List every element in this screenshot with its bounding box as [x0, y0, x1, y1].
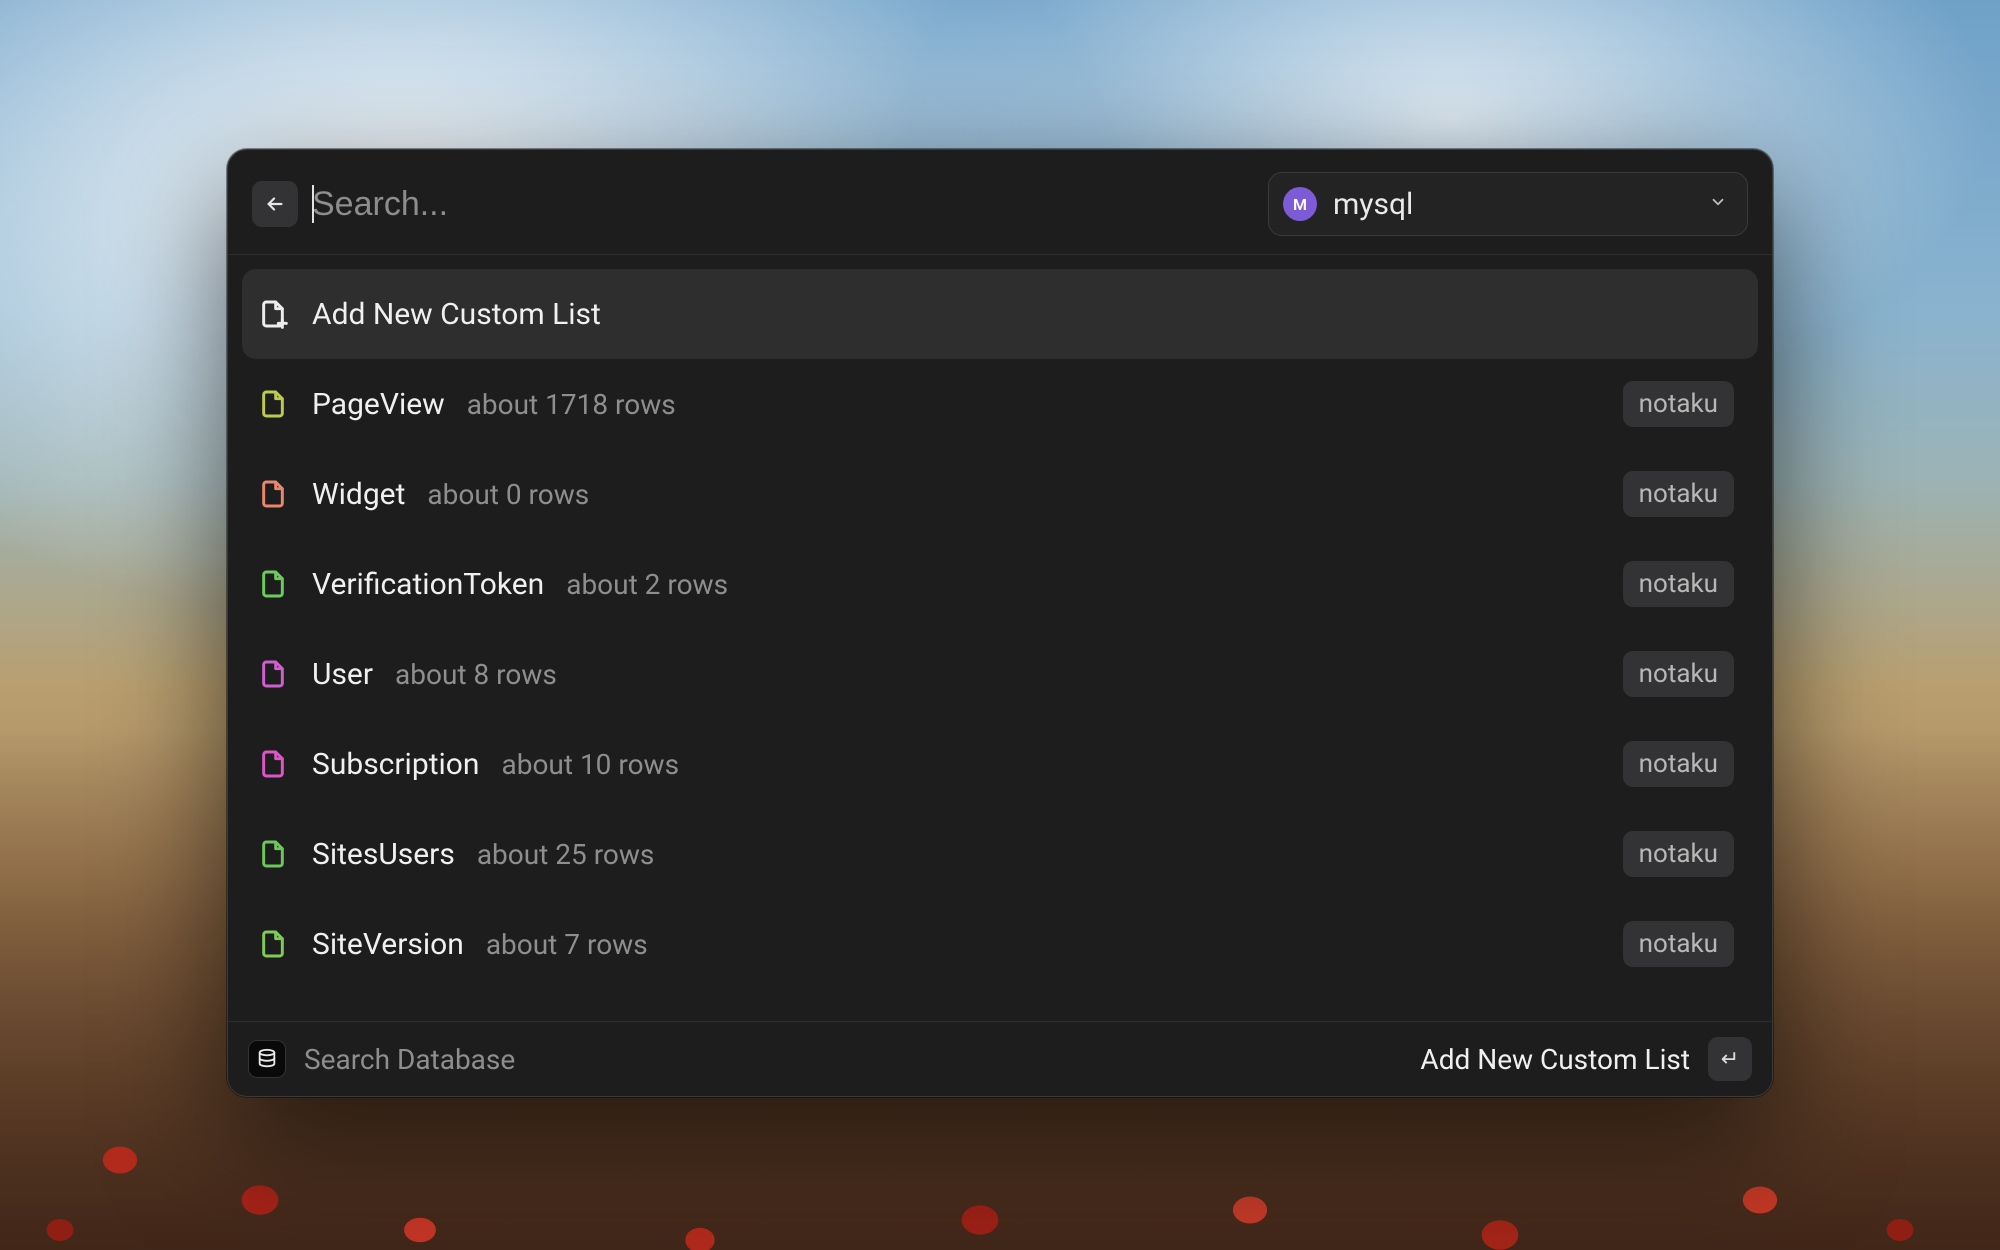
table-row[interactable]: VerificationToken about 2 rows notaku — [242, 539, 1758, 629]
database-badge: notaku — [1623, 741, 1734, 787]
command-palette-window: M mysql Add New Custom List PageView abo… — [227, 149, 1773, 1097]
file-icon — [256, 477, 290, 511]
table-row-count: about 1718 rows — [467, 388, 676, 421]
arrow-left-icon — [264, 193, 286, 215]
table-row-count: about 25 rows — [477, 838, 655, 871]
footer: Search Database Add New Custom List ↵ — [228, 1021, 1772, 1096]
file-icon — [256, 387, 290, 421]
database-icon — [256, 1048, 278, 1070]
header: M mysql — [228, 150, 1772, 255]
chevron-down-icon — [1709, 193, 1727, 215]
table-name: Widget — [312, 477, 405, 512]
table-row[interactable]: User about 8 rows notaku — [242, 629, 1758, 719]
connection-label: mysql — [1333, 187, 1693, 222]
database-badge: notaku — [1623, 471, 1734, 517]
enter-key-icon: ↵ — [1708, 1037, 1752, 1081]
file-icon — [256, 927, 290, 961]
table-row[interactable]: Subscription about 10 rows notaku — [242, 719, 1758, 809]
add-custom-list-label: Add New Custom List — [312, 297, 601, 332]
database-badge: notaku — [1623, 651, 1734, 697]
connection-avatar: M — [1283, 187, 1317, 221]
footer-primary-action[interactable]: Add New Custom List — [1420, 1043, 1690, 1076]
search-field-wrap[interactable] — [312, 183, 1254, 226]
search-input[interactable] — [312, 183, 1254, 226]
database-badge: notaku — [1623, 561, 1734, 607]
table-row-count: about 8 rows — [395, 658, 557, 691]
file-icon — [256, 747, 290, 781]
table-row-count: about 10 rows — [501, 748, 679, 781]
table-row[interactable]: SiteVersion about 7 rows notaku — [242, 899, 1758, 989]
table-row[interactable]: Widget about 0 rows notaku — [242, 449, 1758, 539]
extension-icon[interactable] — [248, 1040, 286, 1078]
table-name: VerificationToken — [312, 567, 544, 602]
table-row[interactable]: SitesUsers about 25 rows notaku — [242, 809, 1758, 899]
table-row-count: about 2 rows — [566, 568, 728, 601]
file-icon — [256, 657, 290, 691]
back-button[interactable] — [252, 181, 298, 227]
table-name: SiteVersion — [312, 927, 464, 962]
database-badge: notaku — [1623, 921, 1734, 967]
table-row-count: about 0 rows — [427, 478, 589, 511]
text-cursor — [312, 185, 314, 223]
file-plus-icon — [256, 297, 290, 331]
file-icon — [256, 567, 290, 601]
table-row-count: about 7 rows — [486, 928, 648, 961]
database-badge: notaku — [1623, 831, 1734, 877]
table-row[interactable]: PageView about 1718 rows notaku — [242, 359, 1758, 449]
database-badge: notaku — [1623, 381, 1734, 427]
table-name: Subscription — [312, 747, 479, 782]
add-custom-list-row[interactable]: Add New Custom List — [242, 269, 1758, 359]
table-name: User — [312, 657, 373, 692]
table-name: PageView — [312, 387, 445, 422]
footer-extension-label: Search Database — [304, 1043, 1402, 1076]
connection-selector[interactable]: M mysql — [1268, 172, 1748, 236]
results-list: Add New Custom List PageView about 1718 … — [228, 255, 1772, 1021]
file-icon — [256, 837, 290, 871]
table-name: SitesUsers — [312, 837, 455, 872]
